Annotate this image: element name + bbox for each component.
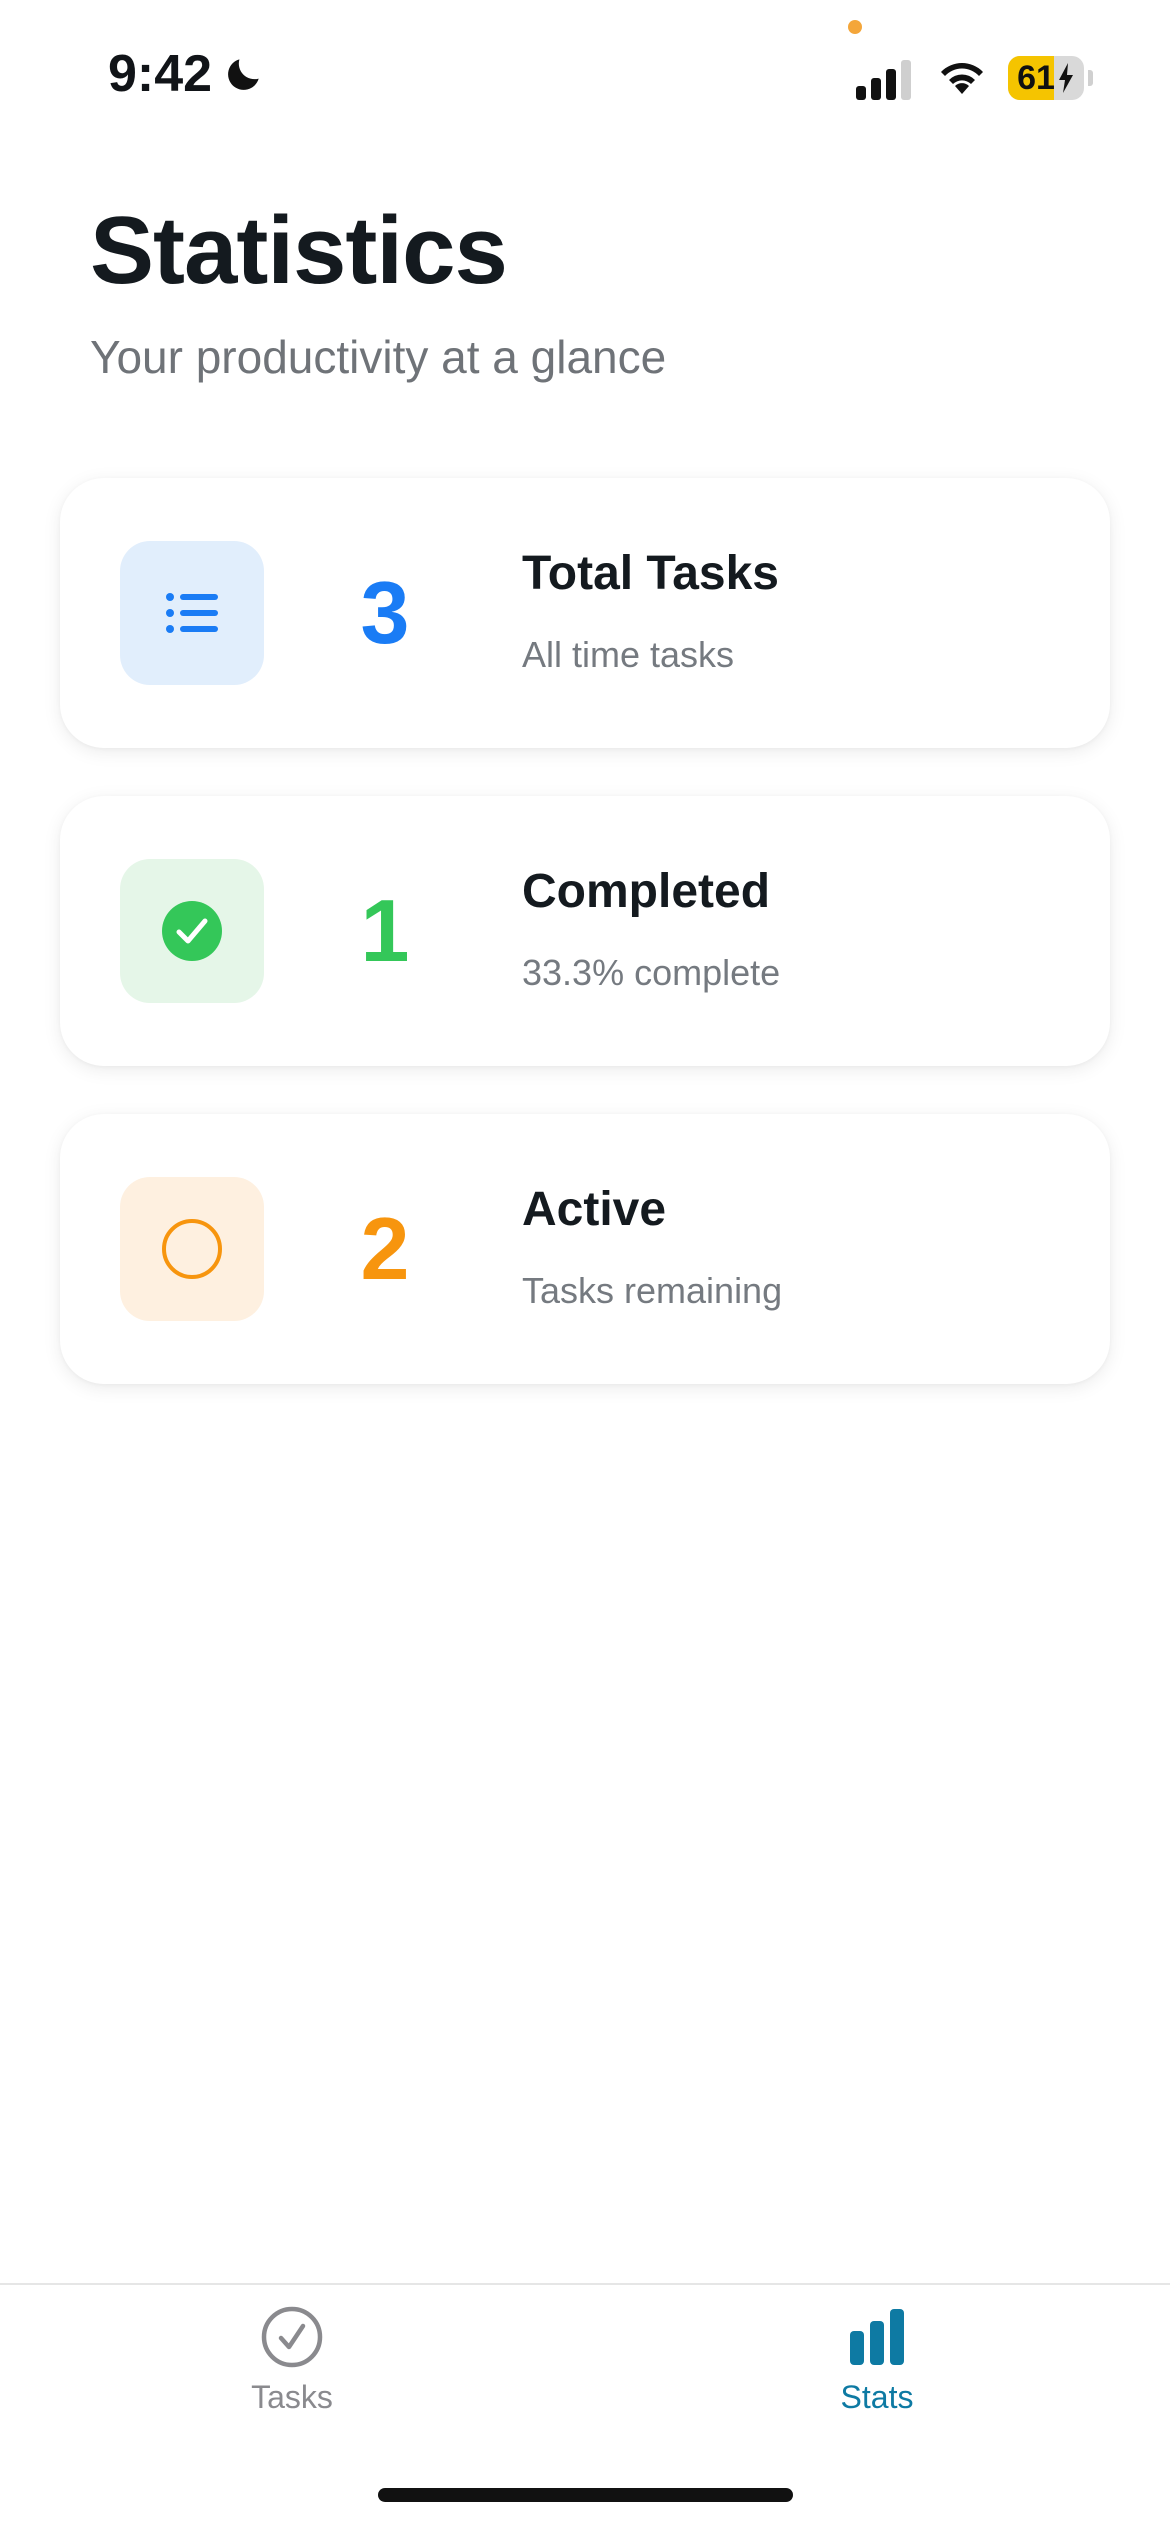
- circle-icon: [162, 1219, 222, 1279]
- wifi-icon: [941, 63, 983, 94]
- active-icon-box: [120, 1177, 264, 1321]
- completed-icon-box: [120, 859, 264, 1003]
- time-text: 9:42: [108, 45, 213, 103]
- cellular-signal-icon: [856, 60, 911, 100]
- completed-count: 1: [360, 881, 410, 980]
- battery-cap: [1088, 70, 1093, 86]
- privacy-indicator-dot: [848, 20, 862, 34]
- tab-stats-label: Stats: [840, 2379, 914, 2415]
- home-indicator: [378, 2488, 793, 2502]
- active-subtitle: Tasks remaining: [522, 1270, 783, 1311]
- statistics-screen: 9:42 61 Statistics Your productivity at …: [0, 0, 1170, 2532]
- completed-card: 1 Completed 33.3% complete: [60, 796, 1110, 1066]
- page-subtitle: Your productivity at a glance: [90, 331, 667, 383]
- check-circle-icon: [162, 901, 222, 961]
- tab-tasks[interactable]: Tasks: [142, 2305, 442, 2445]
- completed-subtitle: 33.3% complete: [522, 952, 781, 993]
- tab-tasks-label: Tasks: [251, 2379, 333, 2415]
- status-bar: 9:42 61: [0, 0, 1170, 150]
- total-tasks-title: Total Tasks: [522, 547, 779, 600]
- bar-chart-icon: [850, 2309, 904, 2365]
- active-count: 2: [360, 1199, 410, 1298]
- tab-stats[interactable]: Stats: [727, 2305, 1027, 2445]
- active-card: 2 Active Tasks remaining: [60, 1114, 1110, 1384]
- checkmark-circle-icon: [261, 2306, 323, 2368]
- active-title: Active: [522, 1183, 667, 1236]
- total-tasks-card: 3 Total Tasks All time tasks: [60, 478, 1110, 748]
- battery-body: 61: [1008, 56, 1084, 100]
- battery-indicator: 61: [1008, 56, 1093, 100]
- total-tasks-icon-box: [120, 541, 264, 685]
- total-tasks-count: 3: [360, 563, 410, 662]
- total-tasks-subtitle: All time tasks: [522, 634, 735, 675]
- moon-icon: [228, 59, 259, 90]
- page-title: Statistics: [90, 197, 508, 304]
- list-icon: [166, 593, 218, 633]
- battery-level-text: 61: [1017, 58, 1055, 97]
- completed-title: Completed: [522, 865, 771, 918]
- status-time: 9:42: [108, 44, 266, 104]
- charging-bolt-icon: [1058, 63, 1073, 93]
